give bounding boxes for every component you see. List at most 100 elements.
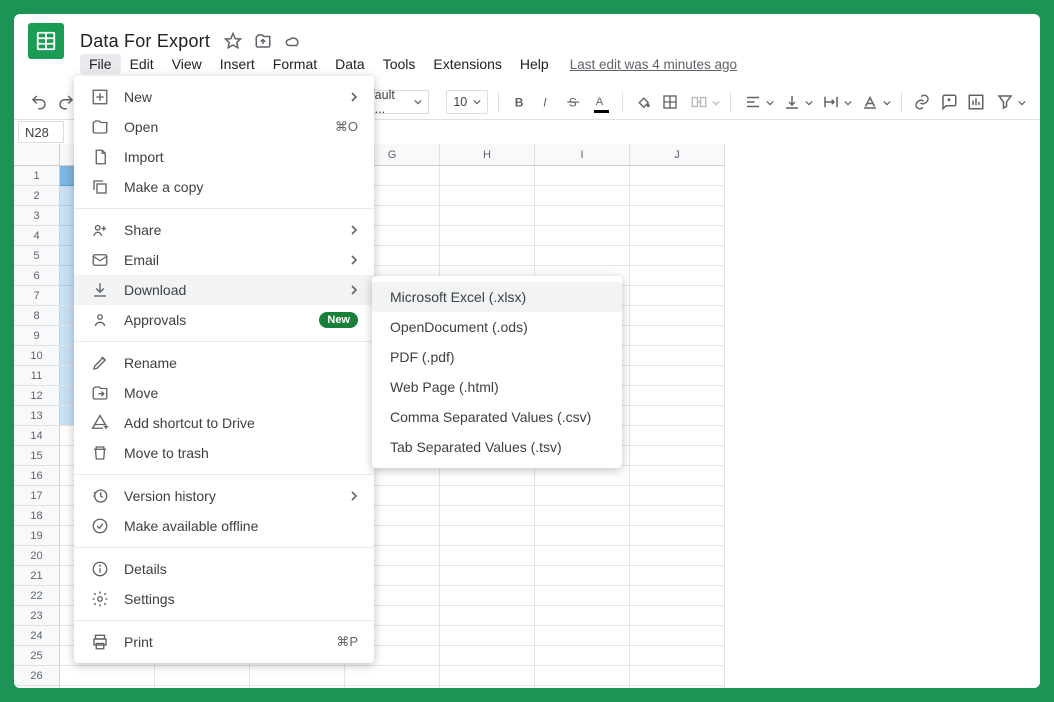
italic-button[interactable]: I xyxy=(536,90,557,114)
row-header[interactable]: 4 xyxy=(14,226,60,246)
text-wrap-button[interactable] xyxy=(819,90,852,114)
cell[interactable] xyxy=(535,466,630,486)
cell[interactable] xyxy=(630,646,725,666)
cell[interactable] xyxy=(630,346,725,366)
cell[interactable] xyxy=(630,406,725,426)
row-header[interactable]: 23 xyxy=(14,606,60,626)
file-menu-make-available-offline[interactable]: Make available offline xyxy=(74,511,374,541)
cell[interactable] xyxy=(440,626,535,646)
cell[interactable] xyxy=(535,506,630,526)
row-header[interactable]: 13 xyxy=(14,406,60,426)
menu-file[interactable]: File xyxy=(80,54,121,74)
column-header[interactable]: J xyxy=(630,144,725,166)
cell[interactable] xyxy=(535,586,630,606)
cell[interactable] xyxy=(630,266,725,286)
cell[interactable] xyxy=(155,666,250,686)
cell[interactable] xyxy=(630,666,725,686)
cell[interactable] xyxy=(440,206,535,226)
menu-tools[interactable]: Tools xyxy=(374,54,425,74)
bold-button[interactable]: B xyxy=(509,90,530,114)
cell[interactable] xyxy=(535,186,630,206)
cell[interactable] xyxy=(250,666,345,686)
cell[interactable] xyxy=(440,226,535,246)
row-header[interactable]: 19 xyxy=(14,526,60,546)
cell[interactable] xyxy=(630,286,725,306)
file-menu-open[interactable]: Open⌘O xyxy=(74,112,374,142)
download-option-opendocument[interactable]: OpenDocument (.ods) xyxy=(372,312,622,342)
cell[interactable] xyxy=(535,226,630,246)
menu-data[interactable]: Data xyxy=(326,54,374,74)
cell[interactable] xyxy=(440,506,535,526)
cell[interactable] xyxy=(440,546,535,566)
text-color-button[interactable]: A xyxy=(591,90,612,114)
download-option-microsoft[interactable]: Microsoft Excel (.xlsx) xyxy=(372,282,622,312)
cell[interactable] xyxy=(535,546,630,566)
row-header[interactable]: 3 xyxy=(14,206,60,226)
cell[interactable] xyxy=(345,686,440,688)
file-menu-print[interactable]: Print⌘P xyxy=(74,627,374,657)
cell[interactable] xyxy=(440,466,535,486)
move-to-drive-icon[interactable] xyxy=(254,32,272,50)
row-header[interactable]: 6 xyxy=(14,266,60,286)
cloud-status-icon[interactable] xyxy=(284,32,302,50)
menu-format[interactable]: Format xyxy=(264,54,326,74)
file-menu-details[interactable]: Details xyxy=(74,554,374,584)
file-menu-make-a-copy[interactable]: Make a copy xyxy=(74,172,374,202)
file-menu-settings[interactable]: Settings xyxy=(74,584,374,614)
cell[interactable] xyxy=(535,646,630,666)
file-menu-share[interactable]: Share xyxy=(74,215,374,245)
cell[interactable] xyxy=(250,686,345,688)
last-edit-link[interactable]: Last edit was 4 minutes ago xyxy=(570,57,737,72)
cell[interactable] xyxy=(440,646,535,666)
name-box[interactable]: N28 xyxy=(18,121,64,143)
column-header[interactable]: I xyxy=(535,144,630,166)
cell[interactable] xyxy=(630,686,725,688)
row-header[interactable]: 7 xyxy=(14,286,60,306)
row-header[interactable]: 2 xyxy=(14,186,60,206)
cell[interactable] xyxy=(535,686,630,688)
download-option-comma[interactable]: Comma Separated Values (.csv) xyxy=(372,402,622,432)
horizontal-align-button[interactable] xyxy=(741,90,774,114)
cell[interactable] xyxy=(630,466,725,486)
cell[interactable] xyxy=(535,486,630,506)
cell[interactable] xyxy=(535,206,630,226)
cell[interactable] xyxy=(630,186,725,206)
cell[interactable] xyxy=(535,666,630,686)
fill-color-button[interactable] xyxy=(633,90,654,114)
cell[interactable] xyxy=(535,246,630,266)
insert-chart-button[interactable] xyxy=(966,90,987,114)
row-header[interactable]: 12 xyxy=(14,386,60,406)
cell[interactable] xyxy=(345,666,440,686)
file-menu-import[interactable]: Import xyxy=(74,142,374,172)
cell[interactable] xyxy=(535,526,630,546)
file-menu-email[interactable]: Email xyxy=(74,245,374,275)
cell[interactable] xyxy=(630,446,725,466)
star-icon[interactable] xyxy=(224,32,242,50)
cell[interactable] xyxy=(440,586,535,606)
cell[interactable] xyxy=(60,686,155,688)
vertical-align-button[interactable] xyxy=(780,90,813,114)
download-option-tab[interactable]: Tab Separated Values (.tsv) xyxy=(372,432,622,462)
row-header[interactable]: 15 xyxy=(14,446,60,466)
merge-cells-button[interactable] xyxy=(687,90,720,114)
cell[interactable] xyxy=(630,226,725,246)
cell[interactable] xyxy=(440,606,535,626)
document-title[interactable]: Data For Export xyxy=(80,31,210,52)
cell[interactable] xyxy=(630,366,725,386)
insert-link-button[interactable] xyxy=(912,90,933,114)
cell[interactable] xyxy=(440,246,535,266)
row-header[interactable]: 5 xyxy=(14,246,60,266)
cell[interactable] xyxy=(630,626,725,646)
row-header[interactable]: 22 xyxy=(14,586,60,606)
cell[interactable] xyxy=(630,506,725,526)
row-header[interactable]: 21 xyxy=(14,566,60,586)
menu-view[interactable]: View xyxy=(163,54,211,74)
undo-button[interactable] xyxy=(28,90,49,114)
insert-comment-button[interactable] xyxy=(939,90,960,114)
borders-button[interactable] xyxy=(660,90,681,114)
download-option-pdf[interactable]: PDF (.pdf) xyxy=(372,342,622,372)
menu-extensions[interactable]: Extensions xyxy=(424,54,510,74)
file-menu-add-shortcut-to-drive[interactable]: Add shortcut to Drive xyxy=(74,408,374,438)
select-all-corner[interactable] xyxy=(14,144,60,166)
cell[interactable] xyxy=(630,606,725,626)
